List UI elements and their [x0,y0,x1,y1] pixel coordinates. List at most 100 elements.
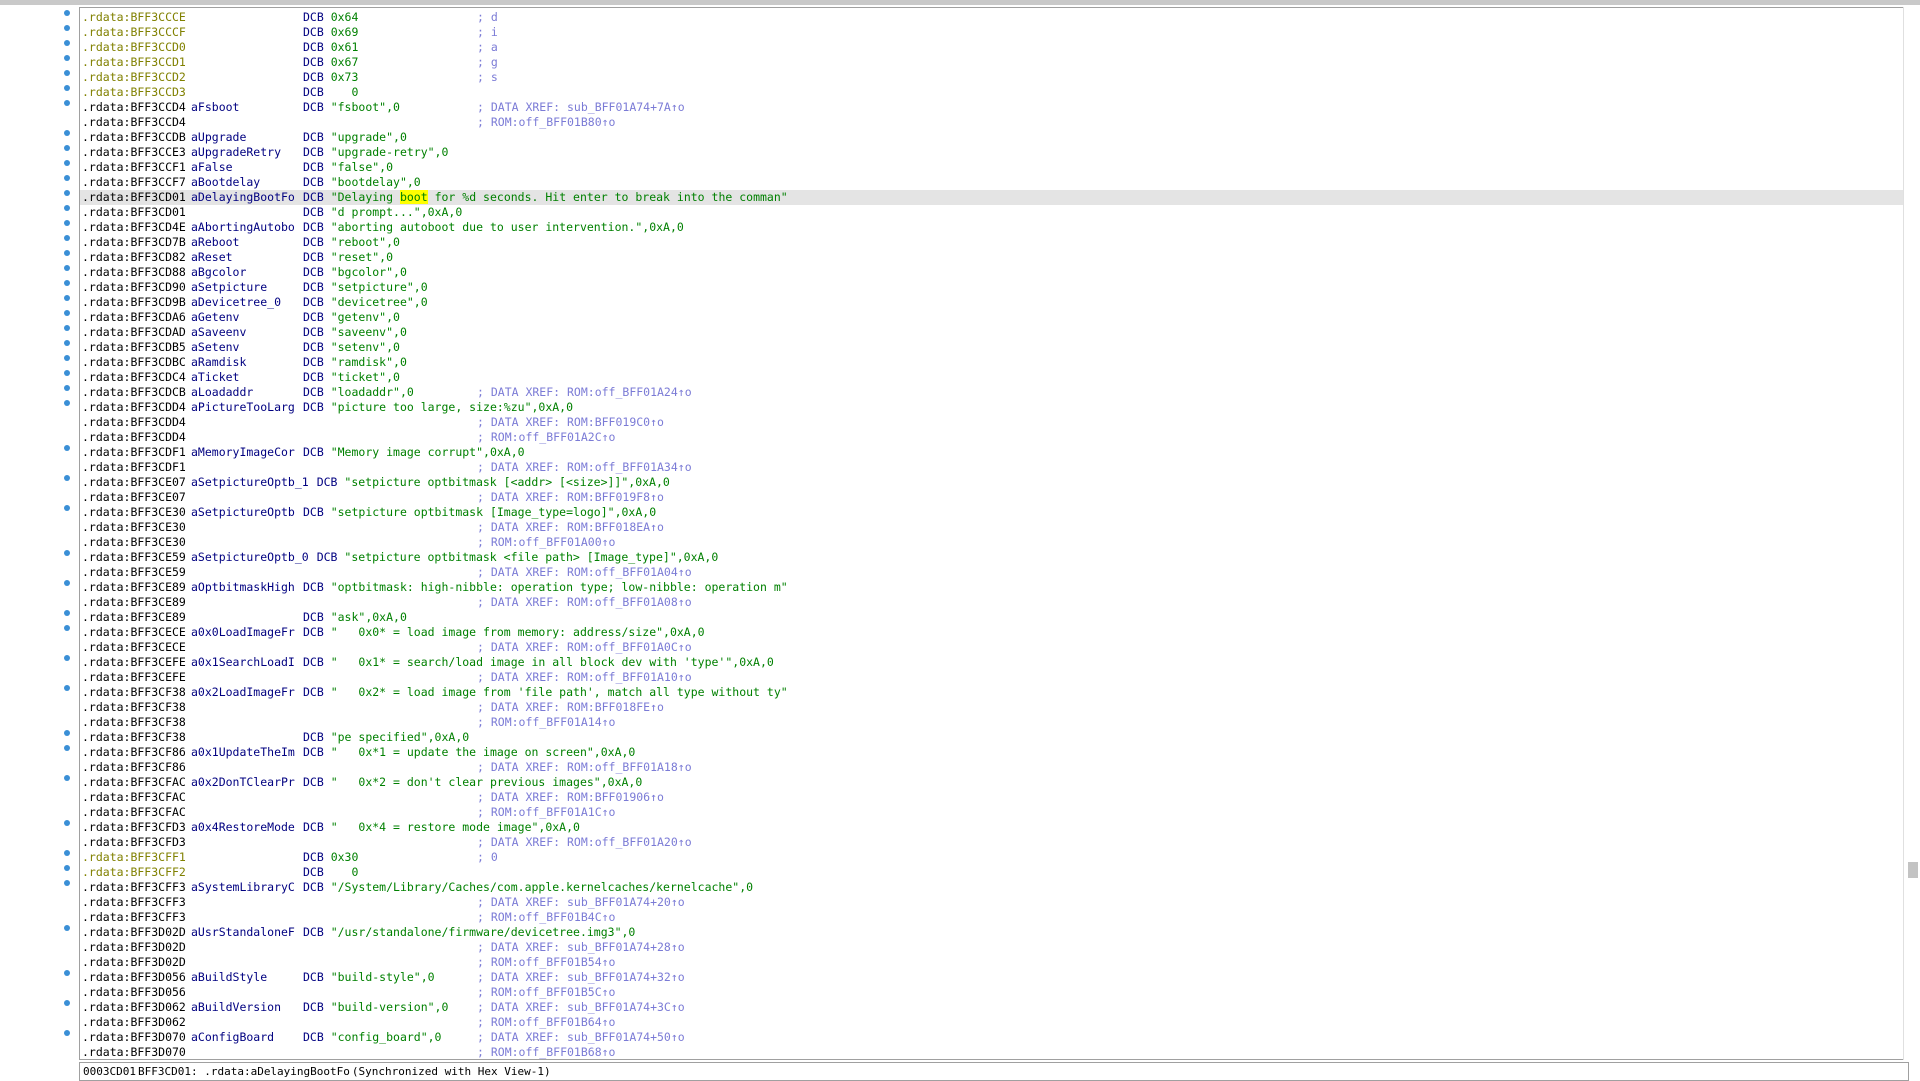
line-symbol[interactable]: aPictureTooLarg [191,400,303,415]
disasm-line[interactable]: .rdata:BFF3CDA6 aGetenv DCB "getenv",0 [80,310,1903,325]
disasm-line[interactable]: .rdata:BFF3CF38 ; DATA XREF: ROM:BFF018FE… [80,700,1903,715]
line-address[interactable]: .rdata:BFF3CFF3 [82,910,191,925]
line-address[interactable]: .rdata:BFF3CFF1 [82,850,191,865]
disasm-line[interactable]: .rdata:BFF3CD9B aDevicetree_0 DCB "devicet… [80,295,1903,310]
line-address[interactable]: .rdata:BFF3CCCF [82,25,191,40]
line-symbol[interactable]: aOptbitmaskHigh [191,580,303,595]
disasm-line[interactable]: .rdata:BFF3CDAD aSaveenv DCB "saveenv",0 [80,325,1903,340]
line-address[interactable]: .rdata:BFF3CDF1 [82,460,191,475]
disasm-line[interactable]: .rdata:BFF3CEFE a0x1SearchLoadI DCB " 0x1*… [80,655,1903,670]
line-symbol[interactable]: aSetpictureOptb [191,505,303,520]
line-address[interactable]: .rdata:BFF3CCD4 [82,100,191,115]
line-symbol[interactable]: aBgcolor [191,265,303,280]
disasm-line[interactable]: .rdata:BFF3CD01 DCB "d prompt...",0xA,0 [80,205,1903,220]
line-address[interactable]: .rdata:BFF3CD4E [82,220,191,235]
disasm-line[interactable]: .rdata:BFF3CECE a0x0LoadImageFr DCB " 0x0*… [80,625,1903,640]
disasm-line[interactable]: .rdata:BFF3CE30 ; DATA XREF: ROM:BFF018EA… [80,520,1903,535]
line-address[interactable]: .rdata:BFF3CE30 [82,535,191,550]
disasm-line[interactable]: .rdata:BFF3CCF1 aFalse DCB "false",0 [80,160,1903,175]
disasm-line[interactable]: .rdata:BFF3CDF1 ; DATA XREF: ROM:off_BFF0… [80,460,1903,475]
disasm-line[interactable]: .rdata:BFF3CEFE ; DATA XREF: ROM:off_BFF0… [80,670,1903,685]
line-address[interactable]: .rdata:BFF3CF38 [82,700,191,715]
line-address[interactable]: .rdata:BFF3CE59 [82,550,191,565]
line-symbol[interactable]: aDelayingBootFo [191,190,303,205]
disasm-line[interactable]: .rdata:BFF3CE59 ; DATA XREF: ROM:off_BFF0… [80,565,1903,580]
line-address[interactable]: .rdata:BFF3CEFE [82,655,191,670]
line-address[interactable]: .rdata:BFF3CD01 [82,205,191,220]
disasm-line[interactable]: .rdata:BFF3CDBC aRamdisk DCB "ramdisk",0 [80,355,1903,370]
line-address[interactable]: .rdata:BFF3CE89 [82,610,191,625]
disasm-line[interactable]: .rdata:BFF3CCD4 ; ROM:off_BFF01B80↑o [80,115,1903,130]
line-address[interactable]: .rdata:BFF3CE07 [82,490,191,505]
line-symbol[interactable]: aBuildVersion [191,1000,303,1015]
line-address[interactable]: .rdata:BFF3CFF3 [82,880,191,895]
disasm-line[interactable]: .rdata:BFF3CD88 aBgcolor DCB "bgcolor",0 [80,265,1903,280]
disasm-line[interactable]: .rdata:BFF3CFF3 aSystemLibraryC DCB "/Syst… [80,880,1903,895]
line-address[interactable]: .rdata:BFF3CDF1 [82,445,191,460]
line-address[interactable]: .rdata:BFF3D02D [82,940,191,955]
line-address[interactable]: .rdata:BFF3CE30 [82,520,191,535]
line-address[interactable]: .rdata:BFF3CD88 [82,265,191,280]
line-address[interactable]: .rdata:BFF3CCE3 [82,145,191,160]
disasm-line[interactable]: .rdata:BFF3CDB5 aSetenv DCB "setenv",0 [80,340,1903,355]
disasm-line[interactable]: .rdata:BFF3CFAC ; DATA XREF: ROM:BFF01906… [80,790,1903,805]
disasm-line[interactable]: .rdata:BFF3CFF2 DCB 0 [80,865,1903,880]
disasm-line[interactable]: .rdata:BFF3CCD2 DCB 0x73 ; s [80,70,1903,85]
disasm-line[interactable]: .rdata:BFF3CD01 aDelayingBootFo DCB "Delay… [80,190,1903,205]
line-address[interactable]: .rdata:BFF3CDC4 [82,370,191,385]
line-symbol[interactable]: aSaveenv [191,325,303,340]
line-symbol[interactable]: aBootdelay [191,175,303,190]
line-symbol[interactable]: a0x2DonTClearPr [191,775,303,790]
line-address[interactable]: .rdata:BFF3CCDB [82,130,191,145]
disasm-line[interactable]: .rdata:BFF3CD82 aReset DCB "reset",0 [80,250,1903,265]
line-symbol[interactable]: a0x1SearchLoadI [191,655,303,670]
line-symbol[interactable]: aLoadaddr [191,385,303,400]
line-symbol[interactable]: aTicket [191,370,303,385]
line-symbol[interactable]: aAbortingAutobo [191,220,303,235]
line-symbol[interactable]: aBuildStyle [191,970,303,985]
line-address[interactable]: .rdata:BFF3D062 [82,1015,191,1030]
line-address[interactable]: .rdata:BFF3CFD3 [82,820,191,835]
line-symbol[interactable]: aSystemLibraryC [191,880,303,895]
disasm-line[interactable]: .rdata:BFF3CE89 DCB "ask",0xA,0 [80,610,1903,625]
line-address[interactable]: .rdata:BFF3D056 [82,970,191,985]
line-address[interactable]: .rdata:BFF3CFAC [82,775,191,790]
line-address[interactable]: .rdata:BFF3CECE [82,640,191,655]
disasm-line[interactable]: .rdata:BFF3CE30 ; ROM:off_BFF01A00↑o [80,535,1903,550]
disasm-line[interactable]: .rdata:BFF3D056 aBuildStyle DCB "build-sty… [80,970,1903,985]
line-symbol[interactable]: aMemoryImageCor [191,445,303,460]
line-symbol[interactable]: aFalse [191,160,303,175]
disasm-line[interactable]: .rdata:BFF3CD7B aReboot DCB "reboot",0 [80,235,1903,250]
line-address[interactable]: .rdata:BFF3CECE [82,625,191,640]
line-address[interactable]: .rdata:BFF3CF86 [82,760,191,775]
line-address[interactable]: .rdata:BFF3CE30 [82,505,191,520]
disasm-line[interactable]: .rdata:BFF3CD4E aAbortingAutobo DCB "abort… [80,220,1903,235]
disasm-line[interactable]: .rdata:BFF3CF38 DCB "pe specified",0xA,0 [80,730,1903,745]
line-address[interactable]: .rdata:BFF3CDCB [82,385,191,400]
line-symbol[interactable]: a0x0LoadImageFr [191,625,303,640]
line-address[interactable]: .rdata:BFF3CD90 [82,280,191,295]
line-address[interactable]: .rdata:BFF3CDD4 [82,415,191,430]
line-address[interactable]: .rdata:BFF3CE07 [82,475,191,490]
line-address[interactable]: .rdata:BFF3CD9B [82,295,191,310]
line-address[interactable]: .rdata:BFF3D056 [82,985,191,1000]
disasm-line[interactable]: .rdata:BFF3CCD0 DCB 0x61 ; a [80,40,1903,55]
line-address[interactable]: .rdata:BFF3CFF3 [82,895,191,910]
disasm-line[interactable]: .rdata:BFF3D062 ; ROM:off_BFF01B64↑o [80,1015,1903,1030]
line-address[interactable]: .rdata:BFF3CFF2 [82,865,191,880]
line-symbol[interactable]: aFsboot [191,100,303,115]
disasm-line[interactable]: .rdata:BFF3D02D ; DATA XREF: sub_BFF01A74… [80,940,1903,955]
line-symbol[interactable]: a0x1UpdateTheIm [191,745,303,760]
line-address[interactable]: .rdata:BFF3CCD1 [82,55,191,70]
disasm-line[interactable]: .rdata:BFF3CF38 a0x2LoadImageFr DCB " 0x2*… [80,685,1903,700]
line-address[interactable]: .rdata:BFF3CCF7 [82,175,191,190]
disasm-line[interactable]: .rdata:BFF3D02D aUsrStandaloneF DCB "/usr/… [80,925,1903,940]
line-address[interactable]: .rdata:BFF3CEFE [82,670,191,685]
line-symbol[interactable]: aConfigBoard [191,1030,303,1045]
line-address[interactable]: .rdata:BFF3CE89 [82,580,191,595]
line-address[interactable]: .rdata:BFF3CDA6 [82,310,191,325]
disasm-line[interactable]: .rdata:BFF3CCD4 aFsboot DCB "fsboot",0 ; DA… [80,100,1903,115]
line-address[interactable]: .rdata:BFF3CCD0 [82,40,191,55]
disasm-line[interactable]: .rdata:BFF3D070 ; ROM:off_BFF01B68↑o [80,1045,1903,1059]
line-address[interactable]: .rdata:BFF3D070 [82,1045,191,1059]
